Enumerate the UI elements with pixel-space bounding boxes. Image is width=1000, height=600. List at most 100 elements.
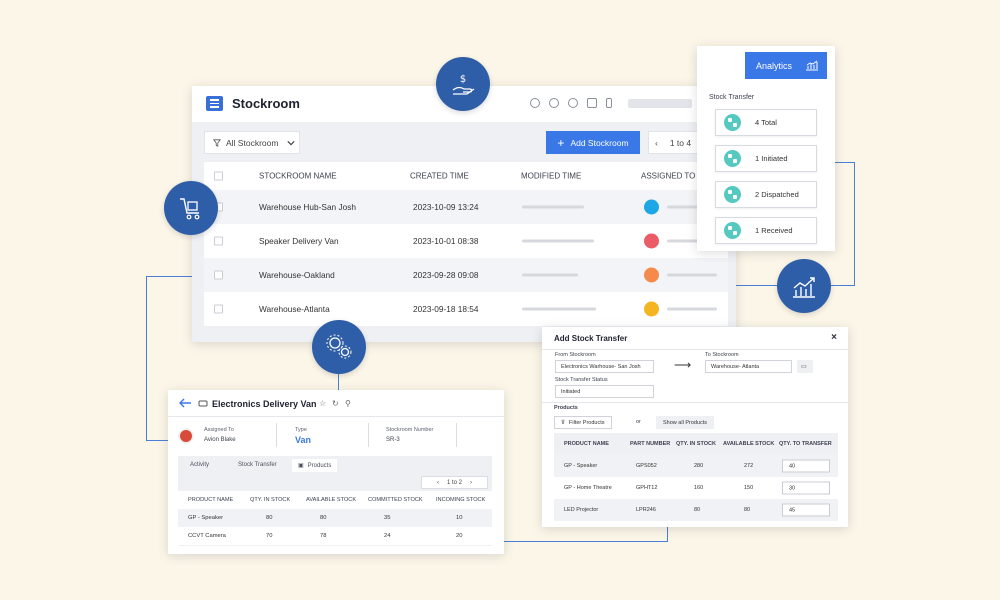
divider (168, 416, 504, 417)
search-input[interactable] (628, 99, 692, 108)
table-row[interactable]: CCVT Camera 70 78 24 20 (178, 527, 492, 545)
transfer-icon (724, 150, 741, 167)
svg-text:$: $ (460, 74, 466, 85)
transfer-initiated-label: 1 Initiated (755, 154, 788, 163)
column-header: QTY. TO TRANSFER (779, 441, 832, 447)
assignee-avatar (644, 267, 659, 283)
qty-to-transfer-input[interactable]: 30 (782, 481, 830, 495)
column-header: STOCKROOM NAME (259, 171, 337, 181)
stockroom-name: Warehouse Hub-San Josh (259, 202, 357, 212)
filter-products-button[interactable]: ⊽ Filter Products (554, 416, 612, 429)
available-stock: 80 (744, 507, 751, 513)
show-all-products-button[interactable]: Show all Products (656, 416, 715, 429)
analytics-button[interactable]: Analytics (745, 52, 827, 79)
row-checkbox[interactable] (214, 304, 223, 314)
chevron-left-icon[interactable]: ‹ (437, 480, 439, 486)
add-icon[interactable] (568, 98, 578, 108)
assigned-label: Assigned To (204, 427, 234, 433)
chevron-down-icon (287, 140, 296, 145)
qty-to-transfer-input[interactable]: 45 (782, 503, 830, 517)
van-icon (198, 400, 208, 407)
transfer-dispatched-label: 2 Dispatched (755, 190, 799, 199)
transfer-products-table: PRODUCT NAME PART NUMBER QTY. IN STOCK A… (554, 433, 838, 521)
growth-chart-icon (777, 259, 831, 313)
link-icon[interactable]: ⚲ (345, 399, 351, 408)
table-row[interactable]: Speaker Delivery Van 2023-10-01 08:38 (204, 224, 728, 258)
stockroom-lookup-button[interactable]: ▭ (797, 360, 813, 373)
detail-title: Electronics Delivery Van (212, 399, 317, 409)
chevron-right-icon[interactable]: › (470, 480, 472, 486)
tab-products-label: Products (307, 462, 332, 469)
table-row[interactable]: GP - Speaker 80 80 35 10 (178, 509, 492, 527)
gears-icon (312, 320, 366, 374)
table-header: STOCKROOM NAME CREATED TIME MODIFIED TIM… (204, 162, 728, 190)
column-header: QTY. IN STOCK (676, 441, 716, 447)
transfer-icon (724, 114, 741, 131)
column-header: MODIFIED TIME (521, 171, 582, 181)
divider (368, 423, 369, 447)
row-checkbox[interactable] (214, 270, 223, 280)
filter-label: All Stockroom (226, 137, 279, 148)
table-row[interactable]: Warehouse Hub-San Josh 2023-10-09 13:24 (204, 190, 728, 224)
assigned-value: Avion Blake (204, 437, 236, 443)
qty-in-stock: 70 (266, 533, 273, 539)
from-stockroom-field[interactable]: Electronics Warhouse- San Josh (555, 360, 654, 373)
add-stockroom-button[interactable]: + Add Stockroom (546, 131, 640, 154)
search-icon[interactable] (530, 98, 540, 108)
divider (542, 402, 848, 403)
money-hand-icon: $ (436, 57, 490, 111)
assignee-avatar (644, 199, 659, 215)
divider (456, 423, 457, 447)
menu-icon[interactable] (206, 96, 223, 111)
status-field[interactable]: Initiated (555, 385, 654, 398)
tab-products[interactable]: ▣ Products (292, 459, 338, 472)
assignee-avatar (644, 233, 659, 249)
products-label: Products (554, 405, 578, 411)
star-icon[interactable]: ☆ (319, 399, 326, 408)
qty-in-stock: 280 (694, 463, 704, 469)
table-row[interactable]: LED Projector LPR246 80 80 45 (554, 499, 838, 521)
transfer-total[interactable]: 4 Total (715, 109, 817, 136)
divider (276, 423, 277, 447)
refresh-icon[interactable]: ↻ (332, 399, 339, 408)
table-row[interactable]: Warehouse-Atlanta 2023-09-18 18:54 (204, 292, 728, 326)
bolt-icon[interactable] (606, 98, 612, 108)
column-header: QTY. IN STOCK (250, 497, 291, 503)
transfer-received[interactable]: 1 Received (715, 217, 817, 244)
tab-activity[interactable]: Activity (184, 459, 215, 471)
transfer-dispatched[interactable]: 2 Dispatched (715, 181, 817, 208)
table-row[interactable]: Warehouse-Oakland 2023-09-28 09:08 (204, 258, 728, 292)
row-checkbox[interactable] (214, 236, 223, 246)
tab-stock-transfer[interactable]: Stock Transfer (232, 459, 283, 471)
close-icon[interactable]: × (831, 332, 837, 343)
table-row[interactable]: GP - Home Theatre GPHT12 160 150 30 (554, 477, 838, 499)
column-header: PRODUCT NAME (564, 441, 609, 447)
transfer-icon (724, 222, 741, 239)
dialog-title: Add Stock Transfer (554, 334, 628, 343)
filter-products-label: Filter Products (569, 419, 605, 426)
modified-time-placeholder (522, 307, 596, 311)
product-name: LED Projector (564, 507, 599, 513)
pager-label: 1 to 2 (446, 479, 462, 486)
arrow-right-icon: ⟶ (674, 358, 692, 372)
inbox-icon[interactable] (587, 98, 597, 108)
stock-transfer-label: Stock Transfer (709, 94, 755, 101)
chevron-left-icon[interactable]: ‹ (655, 138, 658, 148)
stockroom-filter[interactable]: All Stockroom (204, 131, 300, 154)
qty-to-transfer-input[interactable]: 40 (782, 459, 830, 473)
available-stock: 80 (320, 515, 327, 521)
select-all-checkbox[interactable] (214, 171, 223, 181)
to-stockroom-label: To Stockroom (705, 352, 739, 358)
history-icon[interactable] (549, 98, 559, 108)
product-name: GP - Speaker (188, 515, 224, 521)
transfer-initiated[interactable]: 1 Initiated (715, 145, 817, 172)
to-stockroom-field[interactable]: Warehouse- Atlanta (705, 360, 792, 373)
back-arrow-icon[interactable] (178, 398, 192, 408)
part-number: GPS052 (636, 463, 657, 469)
table-row[interactable]: GP - Speaker GPS052 280 272 40 (554, 455, 838, 477)
committed-stock: 24 (384, 533, 391, 539)
stockroom-window: Stockroom All Stockroom + Add Stockroom … (192, 86, 736, 342)
column-header: PART NUMBER (630, 441, 671, 447)
connector-line (504, 527, 668, 542)
created-time: 2023-09-28 09:08 (413, 270, 479, 280)
